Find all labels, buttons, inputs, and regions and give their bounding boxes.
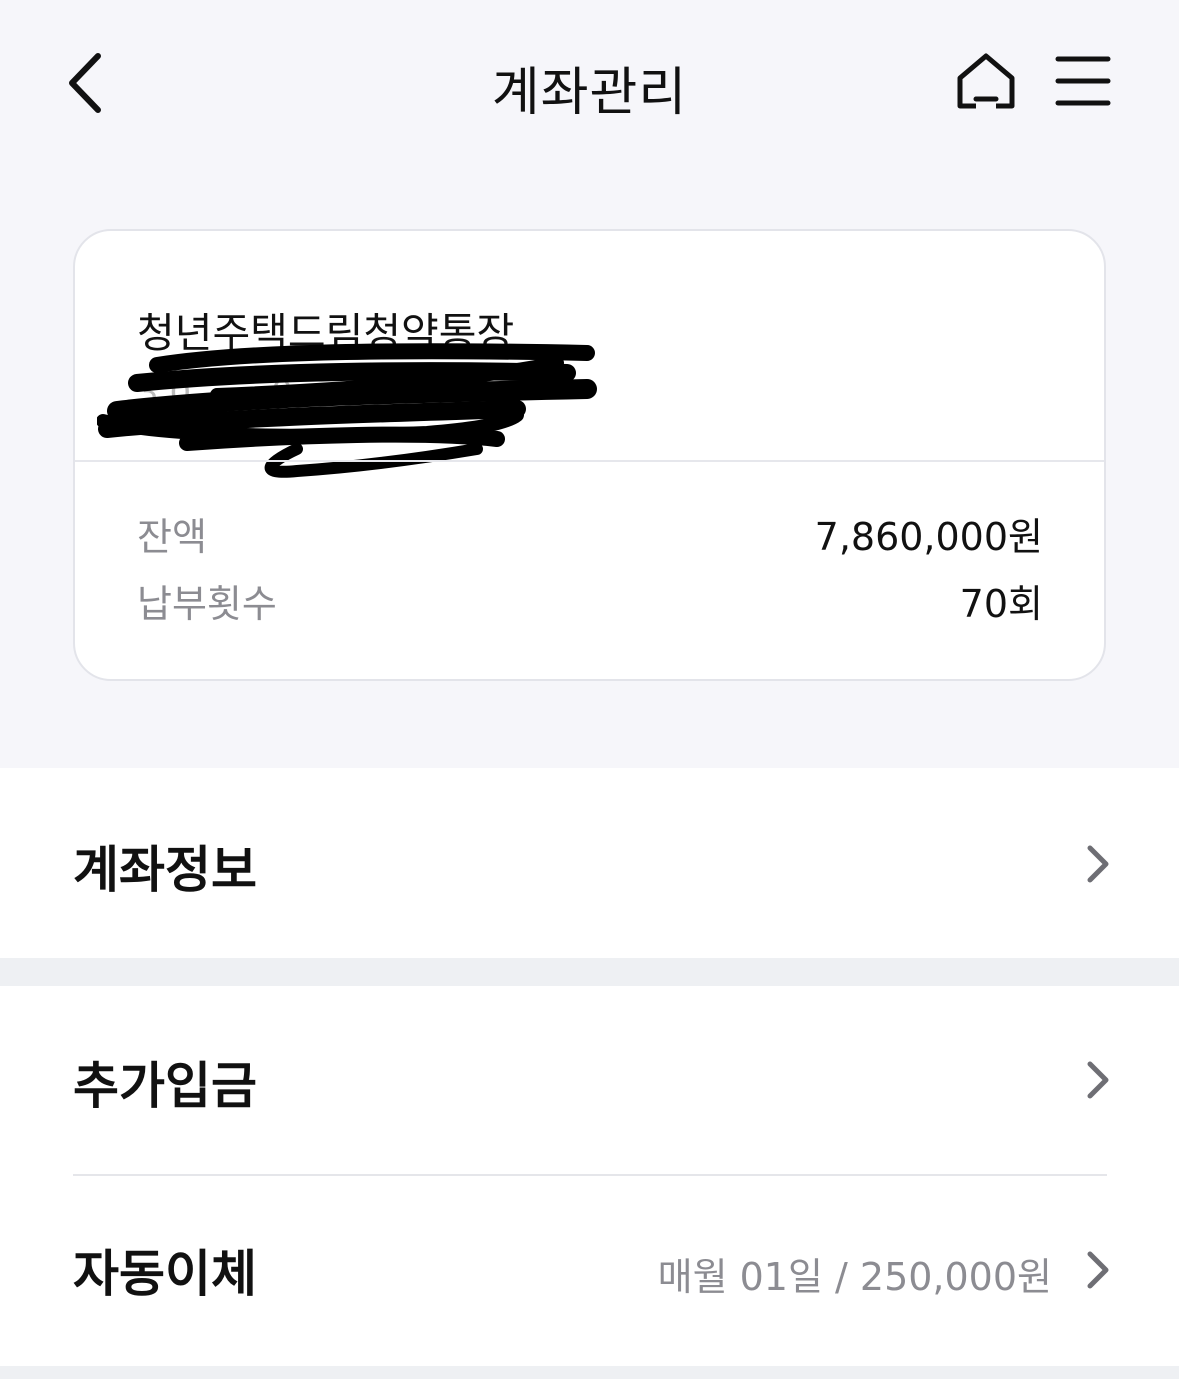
app-header: 계좌관리 xyxy=(0,0,1179,170)
chevron-right-icon xyxy=(1087,1251,1109,1289)
menu-button[interactable] xyxy=(1054,52,1112,110)
product-name: 청년주택드림청약통장 xyxy=(137,309,515,357)
account-info-row[interactable]: 계좌정보 xyxy=(0,768,1179,958)
home-button[interactable] xyxy=(954,50,1018,112)
auto-transfer-row[interactable]: 자동이체 매월 01일 / 250,000원 xyxy=(0,1176,1179,1366)
account-management-page: 계좌관리 청년주택드림청약통장 3 0 - - - 0 - - 잔액 7,860… xyxy=(0,0,1179,1379)
balance-value: 7,860,000원 xyxy=(814,515,1043,559)
account-card[interactable]: 청년주택드림청약통장 3 0 - - - 0 - - 잔액 7,860,000원… xyxy=(73,229,1106,681)
payment-count-row: 납부횟수 70회 xyxy=(137,573,1043,629)
card-divider xyxy=(75,460,1104,462)
account-info-label: 계좌정보 xyxy=(73,841,257,899)
additional-deposit-label: 추가입금 xyxy=(73,1057,257,1115)
account-info-section: 계좌정보 xyxy=(0,768,1179,958)
deposit-section: 추가입금 자동이체 매월 01일 / 250,000원 xyxy=(0,986,1179,1366)
payment-count-value: 70회 xyxy=(959,582,1043,626)
auto-transfer-label: 자동이체 xyxy=(73,1245,257,1303)
bottom-band xyxy=(0,1366,1179,1379)
redaction-scribble xyxy=(97,343,597,478)
additional-deposit-row[interactable]: 추가입금 xyxy=(0,986,1179,1176)
balance-row: 잔액 7,860,000원 xyxy=(137,506,1043,562)
payment-count-label: 납부횟수 xyxy=(137,582,277,626)
balance-label: 잔액 xyxy=(137,515,207,559)
hamburger-menu-icon xyxy=(1055,56,1111,106)
section-gap xyxy=(0,958,1179,986)
auto-transfer-detail: 매월 01일 / 250,000원 xyxy=(657,1255,1052,1299)
account-number: 3 0 - - - 0 - - xyxy=(137,373,339,413)
home-icon xyxy=(957,53,1015,109)
chevron-right-icon xyxy=(1087,845,1109,883)
chevron-right-icon xyxy=(1087,1061,1109,1099)
